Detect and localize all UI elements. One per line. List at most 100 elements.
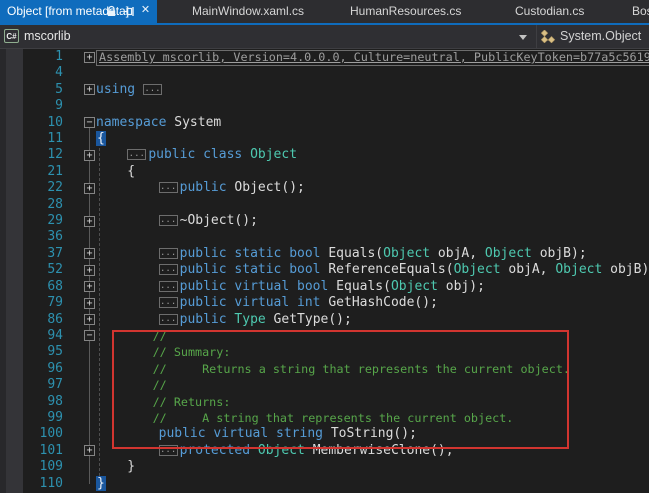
collapsed-code-ellipsis[interactable]: ... — [159, 264, 178, 275]
line-number: 10 — [0, 115, 63, 131]
line-number: 11 — [0, 131, 63, 147]
line-number: 29 — [0, 213, 63, 229]
token: ReferenceEquals( — [328, 262, 453, 277]
expand-outlining-icon[interactable]: + — [84, 216, 95, 227]
collapsed-code-ellipsis[interactable]: ... — [127, 149, 146, 160]
code-line[interactable]: 52+ ...public static bool ReferenceEqual… — [0, 262, 649, 278]
line-number: 96 — [0, 361, 63, 377]
expand-outlining-icon[interactable]: + — [84, 298, 95, 309]
code-editor[interactable]: 1 + Assembly mscorlib, Version=4.0.0.0, Cu… — [0, 49, 649, 493]
collapsed-code-ellipsis[interactable]: ... — [159, 297, 178, 308]
line-number: 12 — [0, 147, 63, 163]
assembly-dropdown[interactable]: mscorlib — [24, 29, 71, 43]
tab-clipped[interactable]: Bos — [632, 4, 649, 18]
line-number: 5 — [0, 82, 63, 98]
type-dropdown[interactable]: System.Object — [560, 29, 641, 43]
line-number: 100 — [0, 426, 63, 442]
expand-outlining-icon[interactable]: + — [84, 84, 95, 95]
code-line[interactable]: 110} — [0, 476, 649, 492]
code-line[interactable]: 109 } — [0, 459, 649, 475]
assembly-info-text: Assembly mscorlib, Version=4.0.0.0, Cult… — [99, 50, 649, 64]
code-line[interactable]: 37 + ...public static bool Equals(Object … — [0, 246, 649, 262]
vs-editor-window: Object [from metadata] ✕ MainWindow.xaml… — [0, 0, 649, 493]
code-text: ...public static bool Equals(Object objA… — [96, 246, 587, 262]
code-line[interactable]: 11{ — [0, 131, 649, 147]
token: Object — [391, 279, 438, 294]
token — [96, 180, 159, 195]
code-line[interactable]: 29 + ...~Object(); — [0, 213, 649, 229]
line-number: 79 — [0, 295, 63, 311]
expand-outlining-icon[interactable]: + — [84, 150, 95, 161]
line-number: 36 — [0, 229, 63, 245]
line-number: 86 — [0, 312, 63, 328]
tab-object-from-metadata[interactable]: Object [from metadata] ✕ — [0, 0, 157, 23]
code-line[interactable]: 68+ ...public virtual bool Equals(Object… — [0, 279, 649, 295]
line-number: 37 — [0, 246, 63, 262]
code-text: using ... — [96, 82, 164, 98]
code-text: ...~Object(); — [96, 213, 258, 229]
token — [96, 295, 159, 310]
collapsed-code-ellipsis[interactable]: ... — [159, 215, 178, 226]
collapsed-code-ellipsis[interactable]: ... — [159, 182, 178, 193]
expand-outlining-icon[interactable]: + — [84, 314, 95, 325]
line-number: 98 — [0, 394, 63, 410]
code-line[interactable]: 22 + ...public Object(); — [0, 180, 649, 196]
collapsed-code-ellipsis[interactable]: ... — [159, 314, 178, 325]
code-text: ...public virtual int GetHashCode(); — [96, 295, 438, 311]
line-number: 1 — [0, 49, 63, 65]
line-number: 101 — [0, 443, 63, 459]
document-tab-bar: Object [from metadata] ✕ MainWindow.xaml… — [0, 0, 649, 23]
line-number: 22 — [0, 180, 63, 196]
line-number: 9 — [0, 98, 63, 114]
collapsed-code-ellipsis[interactable]: ... — [143, 84, 162, 95]
code-line[interactable]: 12 + ...public class Object — [0, 147, 649, 163]
lock-icon — [105, 5, 118, 18]
code-text: } — [96, 476, 106, 492]
line-number: 21 — [0, 164, 63, 180]
token: Equals( — [336, 279, 391, 294]
code-line[interactable]: 28 — [0, 197, 649, 213]
code-text: ...public Type GetType(); — [96, 312, 352, 328]
chevron-down-icon[interactable] — [519, 35, 527, 40]
collapse-outlining-icon[interactable]: − — [84, 117, 95, 128]
expand-outlining-icon[interactable]: + — [84, 183, 95, 194]
line-number: 52 — [0, 262, 63, 278]
code-line[interactable]: 86 + ...public Type GetType(); — [0, 312, 649, 328]
token: public — [180, 180, 235, 195]
token — [96, 213, 159, 228]
code-line[interactable]: 1 + Assembly mscorlib, Version=4.0.0.0, Cu… — [0, 49, 649, 65]
expand-outlining-icon[interactable]: + — [84, 445, 95, 456]
collapsed-code-ellipsis[interactable]: ... — [159, 281, 178, 292]
token — [96, 312, 159, 327]
token: System — [174, 115, 221, 130]
collapse-outlining-icon[interactable]: − — [84, 330, 95, 341]
tab-humanresources[interactable]: HumanResources.cs — [350, 4, 461, 18]
tab-custodian[interactable]: Custodian.cs — [515, 4, 584, 18]
expand-outlining-icon[interactable]: + — [84, 281, 95, 292]
token: Type — [234, 312, 265, 327]
token: Object(); — [234, 180, 304, 195]
code-line[interactable]: 36 — [0, 229, 649, 245]
token: public static bool — [180, 246, 329, 261]
pin-icon[interactable] — [123, 5, 136, 18]
matched-brace: } — [96, 476, 106, 491]
expand-outlining-icon[interactable]: + — [84, 52, 95, 63]
token: public virtual bool — [180, 279, 337, 294]
code-line[interactable]: 21 { — [0, 164, 649, 180]
token: GetHashCode(); — [328, 295, 438, 310]
code-line[interactable]: 79 + ...public virtual int GetHashCode(); — [0, 295, 649, 311]
code-line[interactable]: 4 — [0, 65, 649, 81]
tab-mainwindow[interactable]: MainWindow.xaml.cs — [192, 4, 304, 18]
code-line[interactable]: 9 — [0, 98, 649, 114]
expand-outlining-icon[interactable]: + — [84, 248, 95, 259]
code-text: ...public Object(); — [96, 180, 305, 196]
code-line[interactable]: 5 +using ... — [0, 82, 649, 98]
collapsed-region-box[interactable]: Assembly mscorlib, Version=4.0.0.0, Cult… — [96, 50, 649, 66]
code-text: namespace System — [96, 115, 221, 131]
close-icon[interactable]: ✕ — [139, 3, 152, 16]
collapsed-code-ellipsis[interactable]: ... — [159, 248, 178, 259]
expand-outlining-icon[interactable]: + — [84, 265, 95, 276]
code-line[interactable]: 10 −namespace System — [0, 115, 649, 131]
code-text: ...public class Object — [96, 147, 297, 163]
token: objB); — [532, 246, 587, 261]
